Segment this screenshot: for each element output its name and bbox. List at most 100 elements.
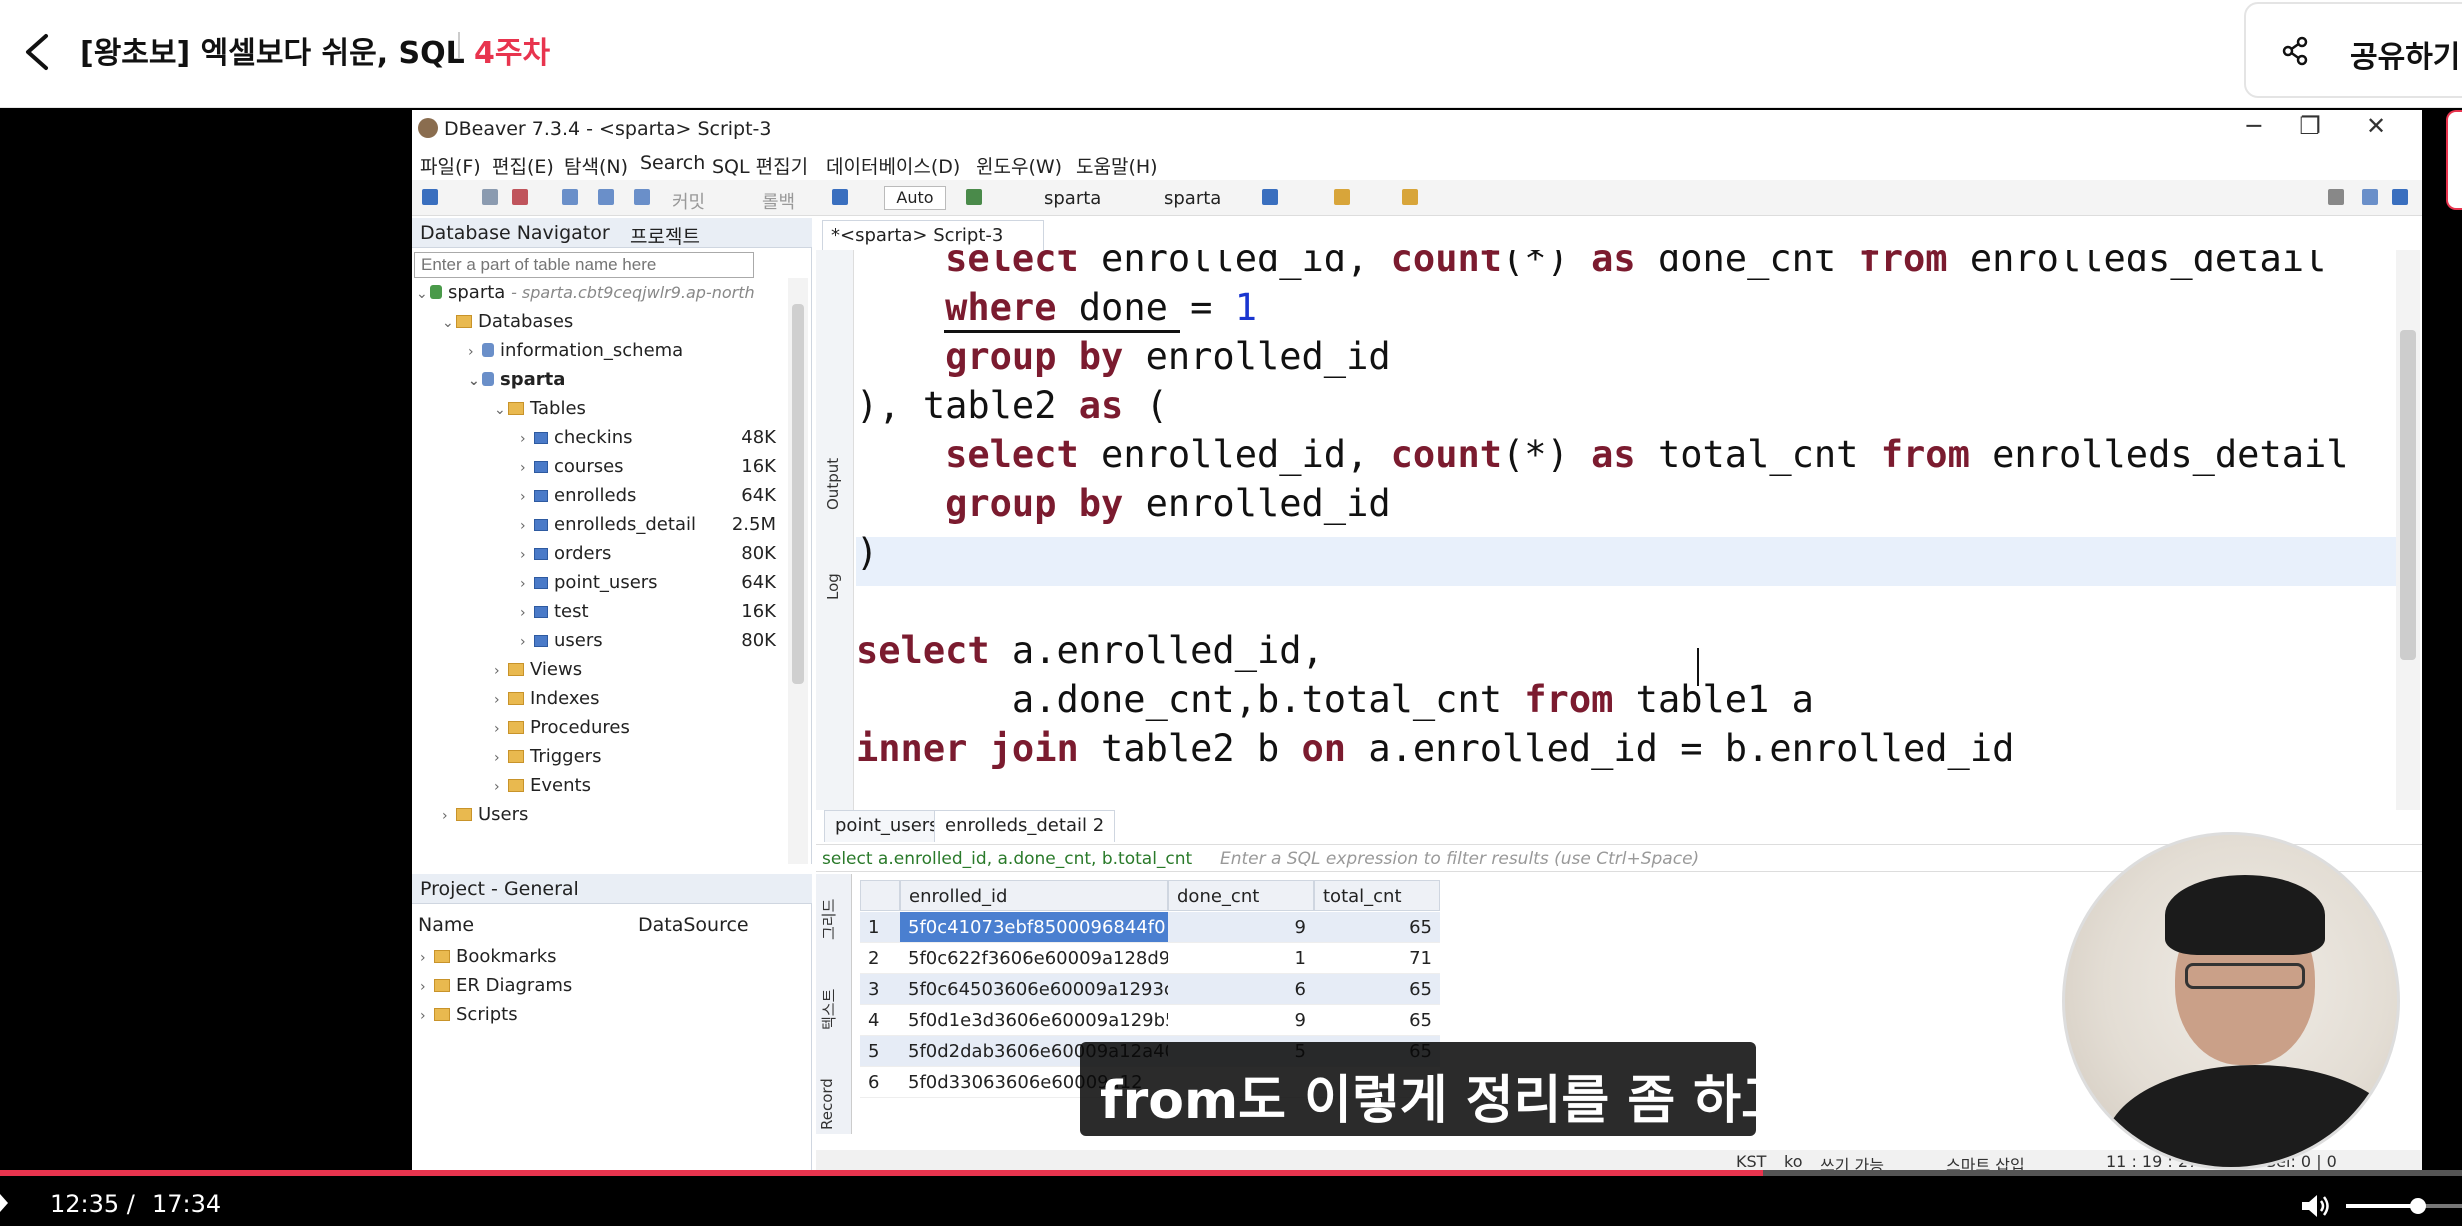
pending-tx-icon[interactable] [634, 189, 650, 205]
commit-mode-icon[interactable] [832, 189, 848, 205]
row-number[interactable]: 4 [860, 1005, 900, 1036]
invalidate-icon[interactable] [512, 189, 528, 205]
nav-back-icon[interactable] [1402, 189, 1418, 205]
tab-enrolleds-detail-result[interactable]: enrolleds_detail 2 [934, 810, 1116, 842]
tree-table-enrolleds-detail[interactable]: › enrolleds_detail 2.5M [520, 514, 788, 543]
cell-enrolled-id[interactable]: 5f0d1e3d3606e60009a129b5 [900, 1005, 1168, 1036]
status-locale: ko [1784, 1152, 1803, 1170]
output-side-tab[interactable]: Output [824, 458, 842, 510]
project-bookmarks[interactable]: › Bookmarks [420, 946, 557, 975]
back-arrow-icon[interactable] [18, 30, 58, 74]
volume-knob[interactable] [2410, 1198, 2426, 1214]
volume-icon[interactable] [2300, 1192, 2332, 1220]
tree-users[interactable]: › Users [442, 804, 528, 833]
rollback-button[interactable]: 롤백 [762, 188, 795, 214]
table-filter-input[interactable] [414, 252, 754, 278]
navigator-scroll-thumb[interactable] [792, 304, 804, 684]
tree-table-users[interactable]: › users 80K [520, 630, 788, 659]
row-number[interactable]: 5 [860, 1036, 900, 1067]
commit-button[interactable]: 커밋 [672, 188, 705, 214]
tree-table-orders[interactable]: › orders 80K [520, 543, 788, 572]
cell-done-cnt[interactable]: 9 [1168, 912, 1314, 943]
tree-procedures[interactable]: › Procedures [494, 717, 630, 746]
column-header-enrolled-id[interactable]: enrolled_id [900, 880, 1168, 911]
cell-enrolled-id[interactable]: 5f0c41073ebf8500096844f0 [900, 912, 1168, 943]
tree-events[interactable]: › Events [494, 775, 591, 804]
side-panel-toggle[interactable] [2446, 110, 2462, 210]
tree-tables[interactable]: ⌄ Tables [494, 398, 586, 427]
text-side-tab[interactable]: 텍스트 [818, 989, 839, 1030]
share-button[interactable]: 공유하기 [2244, 2, 2462, 98]
database-navigator: Database Navigator 프로젝트 ⌄sparta - sparta… [412, 218, 812, 864]
schema-selector[interactable]: sparta [1164, 188, 1221, 209]
cell-total-cnt[interactable]: 65 [1314, 912, 1440, 943]
progress-fill[interactable] [0, 1170, 1763, 1176]
menu-edit[interactable]: 편집(E) [492, 152, 554, 179]
menu-search[interactable]: Search [640, 152, 705, 174]
play-icon[interactable] [0, 1194, 8, 1212]
tab-project-general[interactable]: Project - General [420, 878, 579, 900]
tree-views[interactable]: › Views [494, 659, 582, 688]
tab-script[interactable]: *<sparta> Script-3 [822, 220, 1044, 250]
format-icon[interactable] [1334, 189, 1350, 205]
record-side-tab[interactable]: Record [818, 1078, 836, 1130]
menu-window[interactable]: 윈도우(W) [976, 152, 1062, 179]
menu-help[interactable]: 도움말(H) [1076, 152, 1158, 179]
sql-code-area[interactable]: select enrolled_id, count(*) as done_cnt… [856, 250, 2396, 810]
menu-database[interactable]: 데이터베이스(D) [826, 152, 960, 179]
restore-icon[interactable]: ❐ [2282, 112, 2338, 148]
tree-databases[interactable]: ⌄ Databases [442, 311, 573, 340]
tree-sparta-db[interactable]: ⌄ sparta [468, 369, 565, 398]
close-icon[interactable]: ✕ [2348, 112, 2404, 148]
tab-database-navigator[interactable]: Database Navigator [420, 222, 610, 244]
project-tab-bar: Project - General [412, 874, 812, 904]
cell-done-cnt[interactable]: 1 [1168, 943, 1314, 974]
cell-enrolled-id[interactable]: 5f0c622f3606e60009a128d9 [900, 943, 1168, 974]
project-er-diagrams[interactable]: › ER Diagrams [420, 975, 572, 1004]
column-header-total-cnt[interactable]: total_cnt [1314, 880, 1440, 911]
results-filter-input[interactable]: Enter a SQL expression to filter results… [1220, 849, 1699, 869]
tree-connection[interactable]: ⌄ sparta - sparta.cbt9ceqjwlr9.ap-north [416, 282, 755, 311]
log-side-tab[interactable]: Log [824, 573, 842, 600]
tab-project[interactable]: 프로젝트 [630, 222, 700, 249]
grid-side-tab[interactable]: 그리드 [818, 899, 839, 940]
row-number[interactable]: 3 [860, 974, 900, 1005]
explain-icon[interactable] [1262, 189, 1278, 205]
disconnect-icon[interactable] [482, 189, 498, 205]
tree-triggers[interactable]: › Triggers [494, 746, 601, 775]
cell-total-cnt[interactable]: 65 [1314, 974, 1440, 1005]
menu-file[interactable]: 파일(F) [420, 152, 481, 179]
editor-vertical-scroll-thumb[interactable] [2400, 330, 2416, 660]
perspective-icon[interactable] [2362, 189, 2378, 205]
project-scripts[interactable]: › Scripts [420, 1004, 518, 1033]
perspective-db-icon[interactable] [2392, 189, 2408, 205]
tree-table-test[interactable]: › test 16K [520, 601, 788, 630]
cell-enrolled-id[interactable]: 5f0c64503606e60009a1293c [900, 974, 1168, 1005]
tree-information-schema[interactable]: › information_schema [468, 340, 683, 369]
row-number[interactable]: 2 [860, 943, 900, 974]
volume-fill[interactable] [2346, 1204, 2418, 1208]
connect-icon[interactable] [422, 189, 438, 205]
auto-commit-mode[interactable]: Auto [884, 186, 946, 210]
tx-log-icon[interactable] [598, 189, 614, 205]
cell-done-cnt[interactable]: 9 [1168, 1005, 1314, 1036]
tree-table-point-users[interactable]: › point_users 64K [520, 572, 788, 601]
window-title: DBeaver 7.3.4 - <sparta> Script-3 [444, 118, 772, 140]
search-icon[interactable] [2328, 189, 2344, 205]
tree-table-enrolleds[interactable]: › enrolleds 64K [520, 485, 788, 514]
cell-total-cnt[interactable]: 65 [1314, 1005, 1440, 1036]
row-number[interactable]: 1 [860, 912, 900, 943]
transaction-icon[interactable] [562, 189, 578, 205]
datasource-selector[interactable]: sparta [1044, 188, 1101, 209]
column-header-done-cnt[interactable]: done_cnt [1168, 880, 1314, 911]
cell-total-cnt[interactable]: 71 [1314, 943, 1440, 974]
cell-done-cnt[interactable]: 6 [1168, 974, 1314, 1005]
menu-sql-editor[interactable]: SQL 편집기 [712, 152, 808, 179]
minimize-icon[interactable]: ─ [2226, 112, 2282, 148]
history-icon[interactable] [966, 189, 982, 205]
row-number[interactable]: 6 [860, 1067, 900, 1098]
tree-table-courses[interactable]: › courses 16K [520, 456, 788, 485]
tree-table-checkins[interactable]: › checkins 48K [520, 427, 788, 456]
tree-indexes[interactable]: › Indexes [494, 688, 599, 717]
menu-navigate[interactable]: 탐색(N) [564, 152, 628, 179]
